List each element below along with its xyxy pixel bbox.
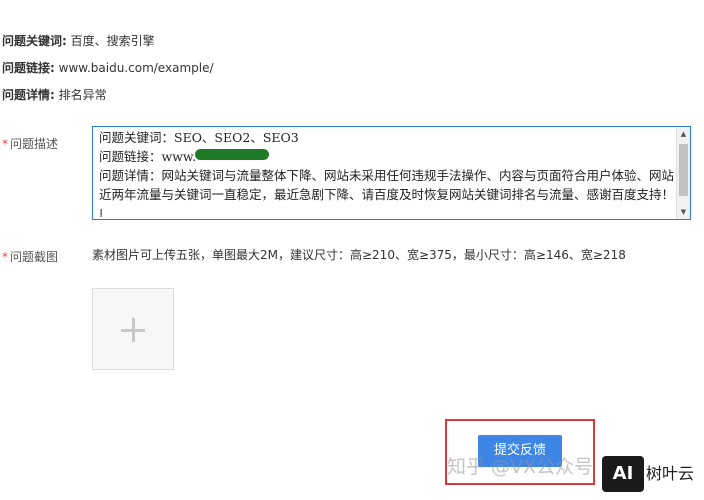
link-value: www.baidu.com/example/ <box>58 61 214 75</box>
description-scrollbar[interactable]: ▲ ▼ <box>676 127 690 219</box>
link-label: 问题链接: <box>2 61 55 75</box>
scroll-up-icon[interactable]: ▲ <box>677 127 690 141</box>
upload-hint: 素材图片可上传五张，单图最大2M，建议尺寸：高≥210、宽≥375，最小尺寸：高… <box>92 248 626 262</box>
scroll-down-icon[interactable]: ▼ <box>677 205 690 219</box>
info-link: 问题链接: www.baidu.com/example/ <box>2 58 214 78</box>
detail-label: 问题详情: <box>2 88 55 102</box>
plus-icon-vertical <box>132 318 135 342</box>
description-text[interactable]: 问题关键词：SEO、SEO2、SEO3 问题链接：www. 问题详情：网站关键词… <box>99 128 674 217</box>
image-upload-button[interactable] <box>92 288 174 370</box>
keywords-label: 问题关键词: <box>2 34 67 48</box>
screenshot-label: 问题截图 <box>10 250 59 264</box>
info-keywords: 问题关键词: 百度、搜索引擎 <box>2 31 155 51</box>
required-mark: * <box>2 137 8 151</box>
redaction-mark <box>195 149 269 160</box>
info-detail: 问题详情: 排名异常 <box>2 85 107 105</box>
description-label: 问题描述 <box>10 137 59 151</box>
detail-value: 排名异常 <box>58 88 107 102</box>
watermark-text: 知乎 @VX公众号 <box>447 456 594 478</box>
keywords-value: 百度、搜索引擎 <box>70 34 155 48</box>
description-textarea[interactable]: 问题关键词：SEO、SEO2、SEO3 问题链接：www. 问题详情：网站关键词… <box>92 126 691 220</box>
brand-text: 树叶云 <box>646 464 695 483</box>
description-label-row: * 问题描述 <box>2 135 58 152</box>
screenshot-label-row: * 问题截图 <box>2 248 58 265</box>
scroll-thumb[interactable] <box>679 144 688 196</box>
ai-badge: AI <box>602 456 644 492</box>
required-mark-2: * <box>2 250 8 264</box>
